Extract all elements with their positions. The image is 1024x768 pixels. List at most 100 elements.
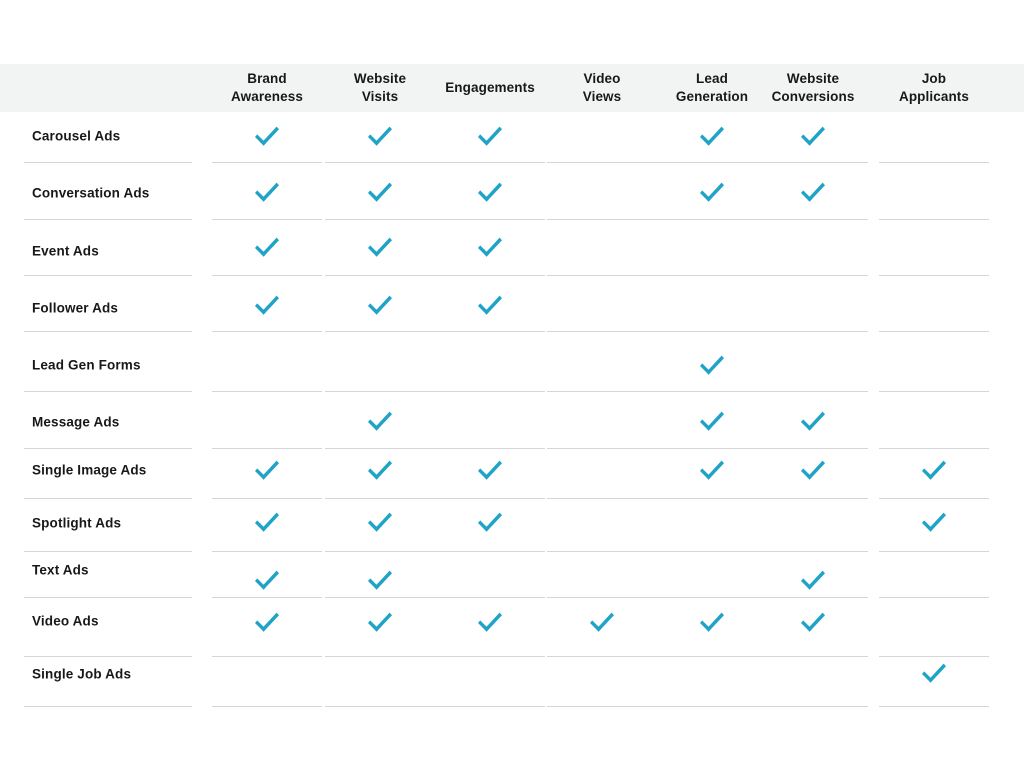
cell-divider xyxy=(547,331,657,332)
cell-divider xyxy=(325,219,435,220)
checkmark-icon xyxy=(800,410,826,432)
row-divider xyxy=(24,391,192,392)
cell-divider xyxy=(212,162,322,163)
row-label-text-ads: Text Ads xyxy=(32,562,89,578)
cell-divider xyxy=(879,448,989,449)
row-divider xyxy=(24,448,192,449)
cell-divider xyxy=(657,162,767,163)
cell-divider xyxy=(547,551,657,552)
cell-divider xyxy=(435,331,545,332)
cell-divider xyxy=(547,219,657,220)
cell-divider xyxy=(758,391,868,392)
cell-divider xyxy=(758,706,868,707)
row-divider xyxy=(24,597,192,598)
cell-divider xyxy=(657,656,767,657)
cell-divider xyxy=(657,551,767,552)
cell-divider xyxy=(212,551,322,552)
row-divider xyxy=(24,551,192,552)
cell-divider xyxy=(879,275,989,276)
cell-divider xyxy=(657,219,767,220)
cell-divider xyxy=(758,597,868,598)
cell-divider xyxy=(325,448,435,449)
cell-divider xyxy=(547,448,657,449)
cell-divider xyxy=(435,391,545,392)
cell-divider xyxy=(547,275,657,276)
cell-divider xyxy=(657,391,767,392)
cell-divider xyxy=(758,656,868,657)
row-divider xyxy=(24,275,192,276)
cell-divider xyxy=(435,706,545,707)
cell-divider xyxy=(212,391,322,392)
checkmark-icon xyxy=(477,459,503,481)
cell-divider xyxy=(879,656,989,657)
row-divider xyxy=(24,498,192,499)
cell-divider xyxy=(212,498,322,499)
checkmark-icon xyxy=(367,569,393,591)
row-divider xyxy=(24,219,192,220)
cell-divider xyxy=(879,391,989,392)
cell-divider xyxy=(879,597,989,598)
row-label-follower-ads: Follower Ads xyxy=(32,300,119,316)
cell-divider xyxy=(547,656,657,657)
cell-divider xyxy=(657,498,767,499)
cell-divider xyxy=(879,162,989,163)
checkmark-icon xyxy=(699,354,725,376)
cell-divider xyxy=(547,391,657,392)
row-label-video-ads: Video Ads xyxy=(32,613,99,629)
cell-divider xyxy=(758,551,868,552)
cell-divider xyxy=(547,706,657,707)
cell-divider xyxy=(212,706,322,707)
cell-divider xyxy=(325,597,435,598)
checkmark-icon xyxy=(921,662,947,684)
column-header-job-applicants: Job Applicants xyxy=(898,70,969,104)
row-divider xyxy=(24,656,192,657)
checkmark-icon xyxy=(254,294,280,316)
cell-divider xyxy=(212,597,322,598)
cell-divider xyxy=(758,498,868,499)
cell-divider xyxy=(657,331,767,332)
checkmark-icon xyxy=(800,611,826,633)
cell-divider xyxy=(657,597,767,598)
cell-divider xyxy=(212,275,322,276)
checkmark-icon xyxy=(367,611,393,633)
cell-divider xyxy=(758,219,868,220)
checkmark-icon xyxy=(254,236,280,258)
checkmark-icon xyxy=(367,125,393,147)
cell-divider xyxy=(212,219,322,220)
cell-divider xyxy=(547,162,657,163)
cell-divider xyxy=(758,162,868,163)
checkmark-icon xyxy=(367,459,393,481)
checkmark-icon xyxy=(699,125,725,147)
cell-divider xyxy=(657,706,767,707)
cell-divider xyxy=(325,706,435,707)
row-divider xyxy=(24,706,192,707)
checkmark-icon xyxy=(254,181,280,203)
checkmark-icon xyxy=(699,611,725,633)
cell-divider xyxy=(879,219,989,220)
cell-divider xyxy=(879,706,989,707)
checkmark-icon xyxy=(254,511,280,533)
checkmark-icon xyxy=(477,181,503,203)
cell-divider xyxy=(758,275,868,276)
checkmark-icon xyxy=(800,125,826,147)
row-label-single-image-ads: Single Image Ads xyxy=(32,462,147,478)
cell-divider xyxy=(879,498,989,499)
cell-divider xyxy=(212,331,322,332)
checkmark-icon xyxy=(367,511,393,533)
checkmark-icon xyxy=(699,410,725,432)
objective-ad-format-matrix: Brand Awareness Website Visits Engagements… xyxy=(0,0,1024,768)
row-label-event-ads: Event Ads xyxy=(32,243,99,259)
checkmark-icon xyxy=(589,611,615,633)
cell-divider xyxy=(325,331,435,332)
row-label-carousel-ads: Carousel Ads xyxy=(32,128,121,144)
cell-divider xyxy=(435,448,545,449)
checkmark-icon xyxy=(800,569,826,591)
row-label-message-ads: Message Ads xyxy=(32,414,120,430)
cell-divider xyxy=(325,551,435,552)
cell-divider xyxy=(212,448,322,449)
cell-divider xyxy=(325,498,435,499)
cell-divider xyxy=(547,597,657,598)
checkmark-icon xyxy=(367,410,393,432)
cell-divider xyxy=(657,448,767,449)
cell-divider xyxy=(325,162,435,163)
